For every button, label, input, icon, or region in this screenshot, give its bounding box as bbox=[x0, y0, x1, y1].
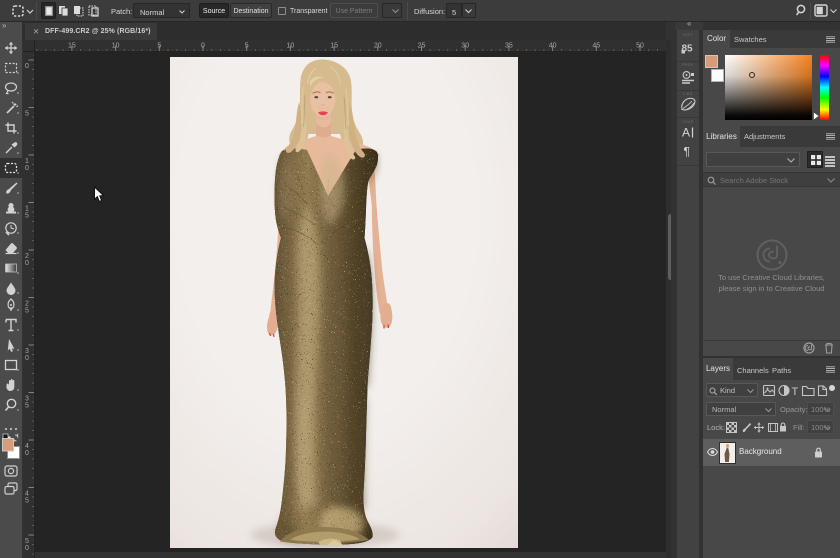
svg-text:3: 3 bbox=[25, 396, 29, 403]
svg-text:30: 30 bbox=[461, 43, 469, 50]
svg-text:5: 5 bbox=[25, 538, 29, 545]
svg-text:40: 40 bbox=[549, 43, 557, 50]
svg-text:3: 3 bbox=[25, 348, 29, 355]
svg-text:20: 20 bbox=[374, 43, 382, 50]
svg-text:50: 50 bbox=[636, 43, 644, 50]
svg-text:2: 2 bbox=[25, 253, 29, 260]
svg-text:0: 0 bbox=[25, 260, 29, 267]
svg-text:0: 0 bbox=[25, 165, 29, 172]
svg-text:4: 4 bbox=[25, 443, 29, 450]
svg-text:5: 5 bbox=[25, 498, 29, 505]
svg-text:45: 45 bbox=[592, 43, 600, 50]
svg-text:10: 10 bbox=[287, 43, 295, 50]
svg-text:4: 4 bbox=[25, 491, 29, 498]
svg-text:2: 2 bbox=[25, 301, 29, 308]
svg-text:5: 5 bbox=[245, 43, 249, 50]
svg-text:5: 5 bbox=[25, 213, 29, 220]
svg-text:0: 0 bbox=[25, 450, 29, 457]
svg-text:T: T bbox=[792, 386, 799, 397]
svg-text:15: 15 bbox=[330, 43, 338, 50]
svg-text:0: 0 bbox=[201, 43, 205, 50]
svg-text:5: 5 bbox=[157, 43, 161, 50]
svg-text:5: 5 bbox=[25, 403, 29, 410]
svg-text:5: 5 bbox=[25, 308, 29, 315]
svg-text:35: 35 bbox=[505, 43, 513, 50]
svg-text:1: 1 bbox=[25, 158, 29, 165]
svg-text:1: 1 bbox=[25, 206, 29, 213]
svg-text:¶: ¶ bbox=[684, 145, 690, 159]
svg-text:15: 15 bbox=[68, 43, 76, 50]
svg-text:0: 0 bbox=[25, 355, 29, 362]
svg-text:0: 0 bbox=[25, 545, 29, 552]
svg-text:A: A bbox=[682, 126, 690, 140]
svg-text:5: 5 bbox=[25, 111, 29, 118]
svg-text:25: 25 bbox=[418, 43, 426, 50]
svg-text:10: 10 bbox=[112, 43, 120, 50]
svg-text:0: 0 bbox=[25, 63, 29, 70]
